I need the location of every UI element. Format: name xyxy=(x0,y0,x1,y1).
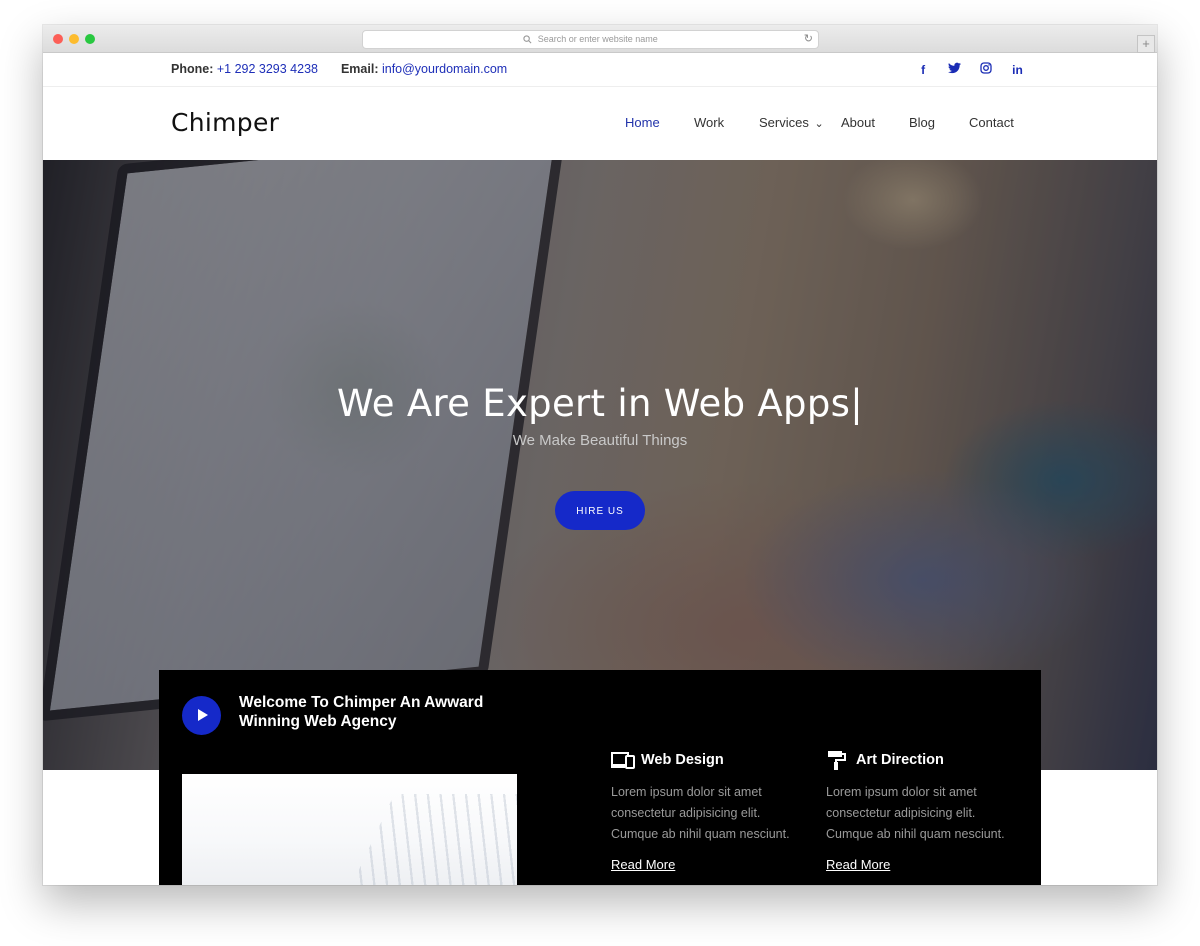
browser-toolbar: Search or enter website name ↻ + xyxy=(43,25,1157,53)
contact-bar: Phone: +1 292 3293 4238 Email: info@your… xyxy=(43,53,1157,87)
read-more-link[interactable]: Read More xyxy=(826,857,890,872)
service-description: Lorem ipsum dolor sit amet consectetur a… xyxy=(826,785,1005,841)
paint-roller-icon xyxy=(828,751,846,770)
nav-item-blog[interactable]: Blog xyxy=(909,115,935,130)
welcome-title: Welcome To Chimper An Awward Winning Web… xyxy=(239,694,484,730)
contact-info: Phone: +1 292 3293 4238 Email: info@your… xyxy=(171,62,507,76)
nav-item-contact[interactable]: Contact xyxy=(969,115,1014,130)
hero-title: We Are Expert in Web Apps| xyxy=(43,382,1157,425)
service-title: Art Direction xyxy=(856,752,944,768)
read-more-link[interactable]: Read More xyxy=(611,857,675,872)
facebook-icon[interactable]: f xyxy=(917,63,930,77)
nav-item-home[interactable]: Home xyxy=(625,115,660,130)
instagram-icon[interactable] xyxy=(980,62,993,76)
nav-item-work[interactable]: Work xyxy=(694,115,724,130)
twitter-icon[interactable] xyxy=(948,62,962,76)
reload-icon[interactable]: ↻ xyxy=(804,31,813,48)
devices-icon xyxy=(611,752,635,769)
nav-item-about[interactable]: About xyxy=(841,115,875,130)
hero-title-text: We Are Expert in Web Apps xyxy=(337,382,851,425)
hero-subtitle: We Make Beautiful Things xyxy=(512,432,688,449)
social-links: f in xyxy=(903,61,1024,79)
browser-window: Search or enter website name ↻ + Phone: … xyxy=(43,25,1157,885)
site-logo[interactable]: Chimper xyxy=(171,108,279,137)
maximize-window-button[interactable] xyxy=(85,34,95,44)
close-window-button[interactable] xyxy=(53,34,63,44)
chevron-down-icon: ⌄ xyxy=(814,118,824,130)
search-icon xyxy=(523,35,532,44)
phone-link[interactable]: +1 292 3293 4238 xyxy=(217,62,318,76)
typing-cursor: | xyxy=(850,382,863,425)
minimize-window-button[interactable] xyxy=(69,34,79,44)
nav-item-services-label: Services xyxy=(759,115,809,130)
email-label: Email: xyxy=(340,62,379,76)
hire-us-button[interactable]: HIRE US xyxy=(555,491,645,530)
welcome-image xyxy=(182,774,517,885)
welcome-panel: Welcome To Chimper An Awward Winning Web… xyxy=(159,670,1041,885)
service-title: Web Design xyxy=(641,752,724,768)
new-tab-button[interactable]: + xyxy=(1137,35,1155,53)
email-link[interactable]: info@yourdomain.com xyxy=(382,62,507,76)
address-placeholder: Search or enter website name xyxy=(537,34,658,44)
nav-item-services[interactable]: Services ⌄ xyxy=(759,115,824,130)
play-video-button[interactable] xyxy=(182,696,221,735)
main-navbar: Chimper Home Work Services ⌄ About Blog … xyxy=(43,87,1157,160)
phone-label: Phone: xyxy=(171,62,214,76)
linkedin-icon[interactable]: in xyxy=(1011,63,1024,77)
service-description: Lorem ipsum dolor sit amet consectetur a… xyxy=(611,785,790,841)
address-bar[interactable]: Search or enter website name ↻ xyxy=(362,30,819,49)
